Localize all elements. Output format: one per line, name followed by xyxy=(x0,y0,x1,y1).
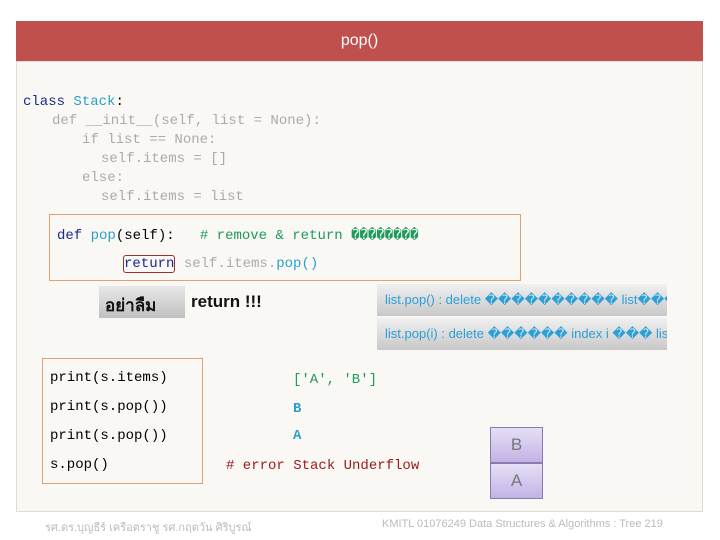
code-line: self.items = [] xyxy=(101,151,228,167)
error-comment: # error Stack Underflow xyxy=(226,458,420,474)
footer-course: KMITL 01076249 Data Structures & Algorit… xyxy=(382,518,663,530)
note-pop-i: list.pop(i) : delete ������ index i ��� … xyxy=(377,318,667,350)
example-code: print(s.pop()) xyxy=(50,428,168,444)
code-line: return self.items.pop() xyxy=(123,255,319,273)
code-line: else: xyxy=(82,170,125,186)
code-line: def __init__(self, list = None): xyxy=(52,113,321,129)
code: self.items. xyxy=(175,256,277,272)
pop-call: pop() xyxy=(276,256,319,272)
return-keyword: return xyxy=(123,255,176,273)
example-output: B xyxy=(293,401,302,417)
comment: # remove & return �������� xyxy=(199,228,419,244)
params: (self): xyxy=(115,228,175,244)
kw: class xyxy=(23,94,74,110)
footer-authors: รศ.ดร.บุญธีร์ เครือตราชู รศ.กฤตวัน ศิริบ… xyxy=(45,522,252,534)
stack-cell: A xyxy=(490,463,543,499)
slide-title: pop() xyxy=(16,21,703,61)
method-name: pop xyxy=(90,228,116,244)
note-pop: list.pop() : delete ���������� list����� xyxy=(377,284,667,316)
example-output: ['A', 'B'] xyxy=(293,372,378,388)
code-line: self.items = list xyxy=(101,189,244,205)
example-code: print(s.items) xyxy=(50,370,168,386)
code-line: def pop(self): # remove & return �������… xyxy=(57,227,419,244)
reminder-return: return !!! xyxy=(191,292,262,311)
code-line: if list == None: xyxy=(82,132,217,148)
example-code: s.pop() xyxy=(50,457,109,473)
example-code: print(s.pop()) xyxy=(50,399,168,415)
example-output: A xyxy=(293,428,302,444)
colon: : xyxy=(115,94,124,110)
class-name: Stack xyxy=(73,94,116,110)
stack-cell: B xyxy=(490,427,543,463)
code-line: class Stack: xyxy=(23,94,124,110)
kw: def xyxy=(57,228,91,244)
reminder-thai: อย่าลืม xyxy=(105,296,157,315)
